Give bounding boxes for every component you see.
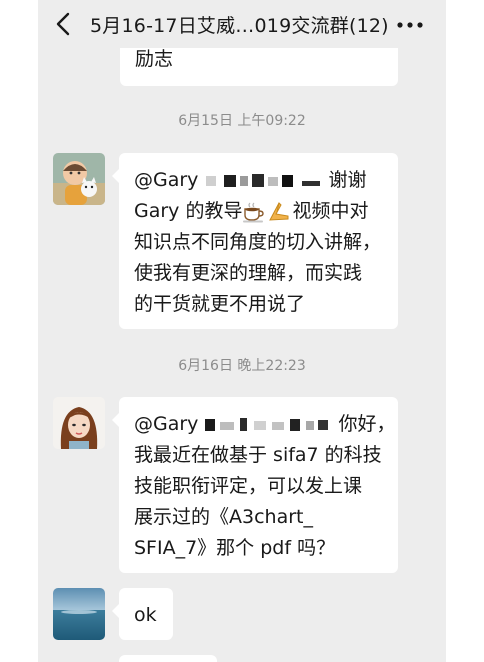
ocean-avatar[interactable] [53,588,105,640]
message-bubble[interactable] [119,655,217,662]
message-bubble[interactable]: ok [112,588,173,640]
mention-text: @Gary [134,169,199,191]
message-text: 视频中对 [292,200,369,222]
message-line: 的干货就更不用说了 [134,293,306,315]
chat-header: 5月16-17日艾威…019交流群(12) [38,0,446,48]
message-line: 知识点不同角度的切入讲解， [134,231,382,253]
chat-screen: 5月16-17日艾威…019交流群(12) 励志 6月15日 上午09:22 @… [38,0,446,662]
mention-text: @Gary [134,413,199,435]
message-bubble[interactable]: @Gary 谢谢 Gary 的教导 视频中对 知识点不同角度的切入讲解， 使我有… [112,153,398,329]
message-line: @Gary 谢谢 [134,165,383,196]
timestamp: 6月15日 上午09:22 [178,113,306,129]
message-line: 使我有更深的理解，而实践 [134,262,363,284]
message-bubble[interactable]: @Gary 你好， 我最近在做基于 sifa7 的科技 技能职衔评定，可以发上课… [112,397,398,573]
message-line: SFIA_7》那个 pdf 吗？ [134,537,336,559]
message-line: 展示过的《A3chart_ [134,506,313,528]
message-text: 谢谢 [328,169,367,191]
message-text: 你好， [338,413,396,435]
chevron-left-icon[interactable] [52,10,76,38]
hands-icon [269,201,289,221]
redacted-name [205,417,329,431]
message-line: Gary 的教导 视频中对 [134,196,383,227]
woman-avatar[interactable] [53,397,105,449]
message-line: 我最近在做基于 sifa7 的科技 [134,444,382,466]
woman-avatar[interactable] [53,655,105,662]
coffee-icon [243,202,265,222]
redacted-name [206,173,321,187]
message-line: 技能职衔评定，可以发上课 [134,475,363,497]
message-text: 励志 [135,48,174,70]
timestamp: 6月16日 晚上22:23 [178,358,306,374]
baby-avatar[interactable] [53,153,105,205]
message-text: ok [134,604,157,626]
more-dots-icon[interactable] [394,13,426,37]
message-line: @Gary 你好， [134,409,396,440]
message-text: Gary 的教导 [134,200,243,222]
chat-title: 5月16-17日艾威…019交流群(12) [90,15,389,37]
